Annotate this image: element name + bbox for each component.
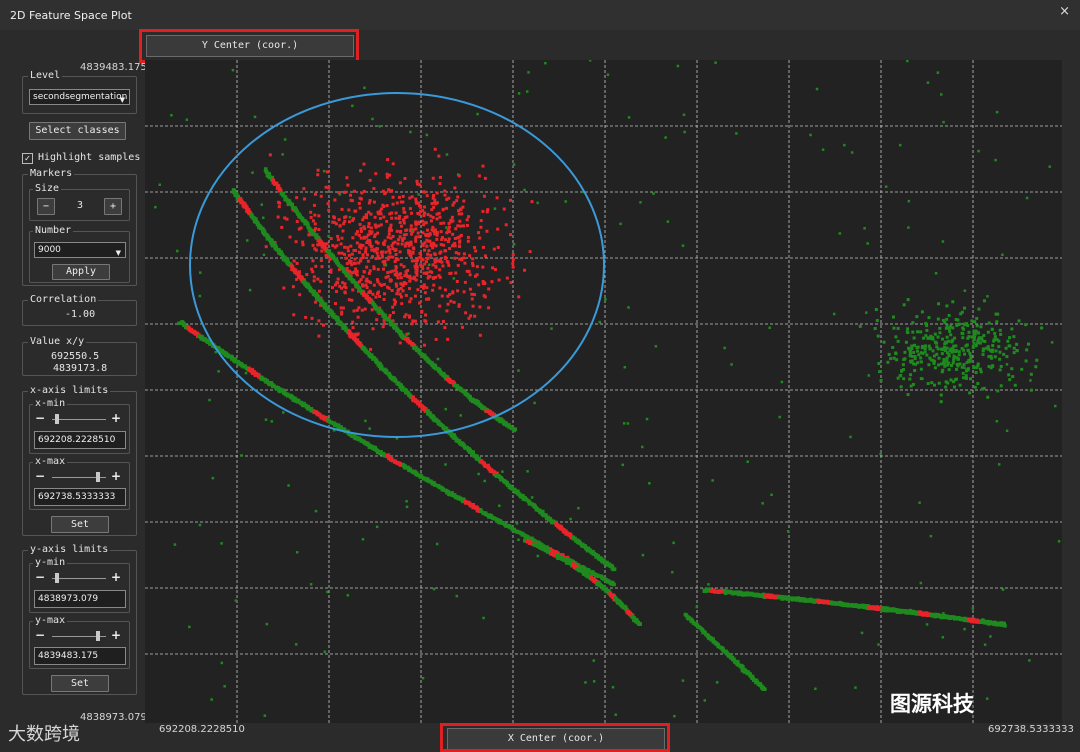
highlight-label: Highlight samples <box>38 152 141 163</box>
feature-space-plot[interactable] <box>145 60 1062 723</box>
level-title: Level <box>28 69 63 83</box>
x-min-increase-button[interactable]: + <box>111 411 121 425</box>
apply-button[interactable]: Apply <box>52 264 110 280</box>
y-axis-limits-group: y-axis limits y-min − + 4838973.079 y-ma… <box>22 543 137 695</box>
value-group: Value x/y 692550.5 4839173.8 <box>22 335 137 376</box>
scatter-canvas[interactable] <box>145 60 1062 723</box>
x-max-decrease-button[interactable]: − <box>35 469 45 483</box>
level-group: Level secondsegmentation ▼ <box>22 69 137 114</box>
window-title: 2D Feature Space Plot <box>10 9 132 22</box>
y-min-decrease-button[interactable]: − <box>35 570 45 584</box>
x-min-slider-track[interactable] <box>52 419 106 420</box>
y-max-input[interactable]: 4839483.175 <box>34 647 126 665</box>
x-max-slider-handle[interactable] <box>95 472 100 482</box>
x-min-input[interactable]: 692208.2228510 <box>34 431 126 449</box>
markers-title: Markers <box>28 167 75 181</box>
x-max-input[interactable]: 692738.5333333 <box>34 488 126 506</box>
markers-group: Markers Size − 3 + Number 9000 ▼ Apply <box>22 167 137 286</box>
y-min-input[interactable]: 4838973.079 <box>34 590 126 608</box>
x-min-group: x-min − + 692208.2228510 <box>29 397 130 454</box>
correlation-title: Correlation <box>28 293 99 307</box>
y-max-group: y-max − + 4839483.175 <box>29 614 130 669</box>
x-min-decrease-button[interactable]: − <box>35 411 45 425</box>
value-title: Value x/y <box>28 335 87 349</box>
close-icon[interactable]: × <box>1059 4 1070 19</box>
y-set-button[interactable]: Set <box>51 675 109 692</box>
value-y: 4839173.8 <box>53 363 108 374</box>
x-min-label: 692208.2228510 <box>159 724 245 735</box>
x-max-title: x-max <box>33 455 68 469</box>
number-title: Number <box>33 224 74 238</box>
size-increase-button[interactable]: + <box>104 198 122 215</box>
number-value: 9000 <box>38 245 61 255</box>
level-dropdown[interactable]: secondsegmentation ▼ <box>29 89 130 105</box>
y-max-slider-handle[interactable] <box>95 631 100 641</box>
y-min-slider-track[interactable] <box>52 578 106 579</box>
y-axis-feature-button[interactable]: Y Center (coor.) <box>146 35 354 57</box>
select-classes-button[interactable]: Select classes <box>29 122 126 140</box>
size-value: 3 <box>77 200 84 211</box>
value-x: 692550.5 <box>51 351 100 362</box>
y-max-increase-button[interactable]: + <box>111 628 121 642</box>
x-min-title: x-min <box>33 397 68 411</box>
correlation-group: Correlation -1.00 <box>22 293 137 326</box>
watermark-left: 大数跨境 <box>8 724 80 745</box>
x-axis-limits-title: x-axis limits <box>28 384 111 398</box>
y-min-slider-handle[interactable] <box>55 573 60 583</box>
y-min-group: y-min − + 4838973.079 <box>29 556 130 613</box>
x-max-group: x-max − + 692738.5333333 <box>29 455 130 510</box>
size-decrease-button[interactable]: − <box>37 198 55 215</box>
size-group: Size − 3 + <box>29 182 130 221</box>
y-max-decrease-button[interactable]: − <box>35 628 45 642</box>
highlight-checkbox[interactable]: ✓ <box>22 153 33 164</box>
level-value: secondsegmentation <box>33 92 128 102</box>
x-axis-limits-group: x-axis limits x-min − + 692208.2228510 x… <box>22 384 137 536</box>
x-set-button[interactable]: Set <box>51 516 109 533</box>
scatter-points <box>154 60 1061 718</box>
x-axis-feature-button[interactable]: X Center (coor.) <box>447 728 665 750</box>
chevron-down-icon: ▼ <box>119 96 125 104</box>
y-max-title: y-max <box>33 614 68 628</box>
y-min-increase-button[interactable]: + <box>111 570 121 584</box>
number-group: Number 9000 ▼ Apply <box>29 224 130 283</box>
control-panel: Level secondsegmentation ▼ Select classe… <box>0 60 145 740</box>
x-min-slider-handle[interactable] <box>55 414 60 424</box>
y-min-title: y-min <box>33 556 68 570</box>
correlation-value: -1.00 <box>65 309 96 320</box>
x-max-label: 692738.5333333 <box>988 724 1074 735</box>
title-bar: 2D Feature Space Plot × <box>0 0 1080 30</box>
x-max-increase-button[interactable]: + <box>111 469 121 483</box>
size-title: Size <box>33 182 62 196</box>
chevron-down-icon: ▼ <box>115 249 121 257</box>
y-axis-limits-title: y-axis limits <box>28 543 111 557</box>
watermark-right: 图源科技 <box>890 692 974 716</box>
number-dropdown[interactable]: 9000 ▼ <box>34 242 126 258</box>
